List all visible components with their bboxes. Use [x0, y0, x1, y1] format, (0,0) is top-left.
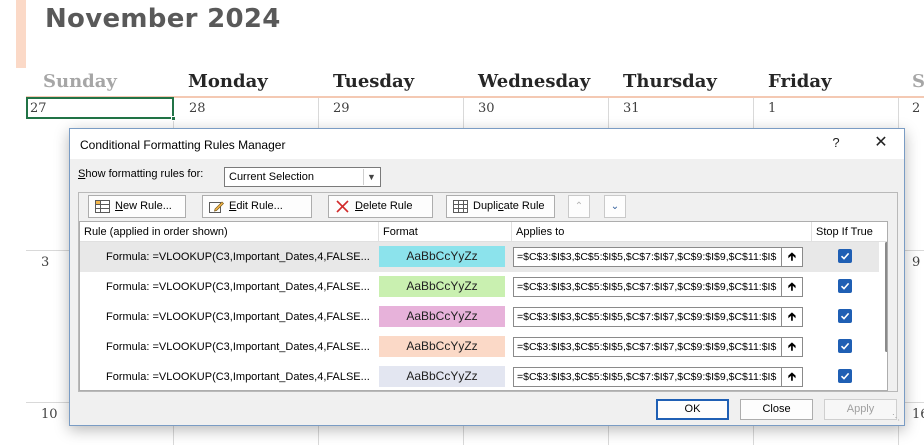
rule-formula: Formula: =VLOOKUP(C3,Important_Dates,4,F…	[106, 281, 370, 293]
range-picker-icon[interactable]: 🡱	[781, 247, 803, 267]
rule-formula: Formula: =VLOOKUP(C3,Important_Dates,4,F…	[106, 311, 370, 323]
applies-to-input[interactable]: =$C$3:$I$3,$C$5:$I$5,$C$7:$I$7,$C$9:$I$9…	[513, 367, 803, 387]
rule-row[interactable]: Formula: =VLOOKUP(C3,Important_Dates,4,F…	[80, 362, 879, 390]
stop-if-true-checkbox[interactable]	[838, 249, 852, 263]
date-cell[interactable]: 28	[189, 101, 206, 116]
resize-grip-icon[interactable]: ⋱	[892, 413, 902, 423]
help-button[interactable]: ?	[827, 135, 845, 153]
day-name-friday: Friday	[768, 71, 832, 92]
ok-button[interactable]: OK	[656, 399, 729, 420]
fill-handle[interactable]	[171, 116, 176, 121]
duplicate-rule-button[interactable]: Duplicate Rule	[446, 195, 555, 218]
applies-to-input[interactable]: =$C$3:$I$3,$C$5:$I$5,$C$7:$I$7,$C$9:$I$9…	[513, 337, 803, 357]
stop-if-true-checkbox[interactable]	[838, 309, 852, 323]
range-picker-icon[interactable]: 🡱	[781, 277, 803, 297]
format-preview[interactable]: AaBbCcYyZz	[379, 246, 505, 267]
show-rules-value: Current Selection	[229, 171, 314, 183]
day-name-sunday: Sunday	[43, 71, 117, 92]
day-name-wednesday: Wednesday	[478, 71, 591, 92]
rules-table-header: Rule (applied in order shown) Format App…	[80, 222, 887, 242]
show-rules-select[interactable]: Current Selection ▼	[224, 167, 381, 187]
range-picker-icon[interactable]: 🡱	[781, 337, 803, 357]
rule-row[interactable]: Formula: =VLOOKUP(C3,Important_Dates,4,F…	[80, 332, 879, 362]
rules-table: Rule (applied in order shown) Format App…	[79, 221, 888, 391]
close-button[interactable]: Close	[740, 399, 813, 420]
format-preview[interactable]: AaBbCcYyZz	[379, 366, 505, 387]
move-up-icon[interactable]: ⌃	[568, 195, 590, 218]
stop-if-true-checkbox[interactable]	[838, 339, 852, 353]
range-picker-icon[interactable]: 🡱	[781, 367, 803, 387]
dialog-titlebar[interactable]: Conditional Formatting Rules Manager ? ✕	[70, 129, 904, 159]
date-cell[interactable]: 16	[912, 407, 924, 422]
dialog-title: Conditional Formatting Rules Manager	[80, 138, 286, 152]
day-name-thursday: Thursday	[623, 71, 717, 92]
edit-rule-icon	[209, 199, 224, 214]
rule-formula: Formula: =VLOOKUP(C3,Important_Dates,4,F…	[106, 341, 370, 353]
rule-formula: Formula: =VLOOKUP(C3,Important_Dates,4,F…	[106, 371, 370, 383]
date-cell[interactable]: 29	[333, 101, 350, 116]
column-header-rule: Rule (applied in order shown)	[84, 226, 228, 238]
rule-row[interactable]: Formula: =VLOOKUP(C3,Important_Dates,4,F…	[80, 302, 879, 332]
rule-formula: Formula: =VLOOKUP(C3,Important_Dates,4,F…	[106, 251, 370, 263]
edit-rule-button[interactable]: Edit Rule...	[202, 195, 312, 218]
day-name-tuesday: Tuesday	[333, 71, 415, 92]
new-rule-label: New Rule...	[115, 200, 172, 212]
date-cell[interactable]: 10	[41, 407, 58, 422]
duplicate-rule-label: Duplicate Rule	[473, 200, 545, 212]
rule-row[interactable]: Formula: =VLOOKUP(C3,Important_Dates,4,F…	[80, 272, 879, 302]
close-icon[interactable]: ✕	[871, 133, 891, 153]
stop-if-true-checkbox[interactable]	[838, 279, 852, 293]
column-header-stop-if-true: Stop If True	[816, 226, 873, 238]
calendar-accent-bar	[16, 0, 26, 68]
day-name-monday: Monday	[188, 71, 268, 92]
edit-rule-label: Edit Rule...	[229, 200, 283, 212]
column-header-applies-to: Applies to	[516, 226, 565, 238]
chevron-down-icon[interactable]: ▼	[363, 169, 379, 185]
apply-button[interactable]: Apply	[824, 399, 897, 420]
column-divider	[378, 222, 379, 242]
column-header-format: Format	[383, 226, 418, 238]
delete-rule-label: Delete Rule	[355, 200, 413, 212]
date-cell[interactable]: 1	[768, 101, 776, 116]
new-rule-icon	[95, 199, 110, 214]
rules-scrollbar[interactable]	[885, 242, 887, 352]
applies-to-input[interactable]: =$C$3:$I$3,$C$5:$I$5,$C$7:$I$7,$C$9:$I$9…	[513, 277, 803, 297]
format-preview[interactable]: AaBbCcYyZz	[379, 336, 505, 357]
conditional-formatting-dialog: Conditional Formatting Rules Manager ? ✕…	[69, 128, 905, 426]
date-cell[interactable]: 3	[41, 255, 49, 270]
move-down-icon[interactable]: ⌄	[604, 195, 626, 218]
date-cell[interactable]: 2	[912, 101, 920, 116]
applies-to-input[interactable]: =$C$3:$I$3,$C$5:$I$5,$C$7:$I$7,$C$9:$I$9…	[513, 307, 803, 327]
stop-if-true-checkbox[interactable]	[838, 369, 852, 383]
day-name-saturday: S	[912, 71, 924, 92]
duplicate-icon	[453, 199, 468, 214]
date-cell[interactable]: 9	[912, 255, 920, 270]
column-divider	[511, 222, 512, 242]
date-cell[interactable]: 30	[478, 101, 495, 116]
column-divider	[811, 222, 812, 242]
calendar-title: November 2024	[45, 4, 281, 34]
applies-to-input[interactable]: =$C$3:$I$3,$C$5:$I$5,$C$7:$I$7,$C$9:$I$9…	[513, 247, 803, 267]
rule-row[interactable]: Formula: =VLOOKUP(C3,Important_Dates,4,F…	[80, 242, 879, 272]
active-cell-selection	[26, 97, 174, 119]
date-cell[interactable]: 31	[623, 101, 640, 116]
new-rule-button[interactable]: New Rule...	[88, 195, 186, 218]
delete-icon	[335, 199, 350, 214]
show-rules-label: Show formatting rules for:	[78, 168, 204, 180]
excel-window: November 2024 Sunday Monday Tuesday Wedn…	[0, 0, 924, 445]
delete-rule-button[interactable]: Delete Rule	[328, 195, 433, 218]
format-preview[interactable]: AaBbCcYyZz	[379, 276, 505, 297]
range-picker-icon[interactable]: 🡱	[781, 307, 803, 327]
format-preview[interactable]: AaBbCcYyZz	[379, 306, 505, 327]
